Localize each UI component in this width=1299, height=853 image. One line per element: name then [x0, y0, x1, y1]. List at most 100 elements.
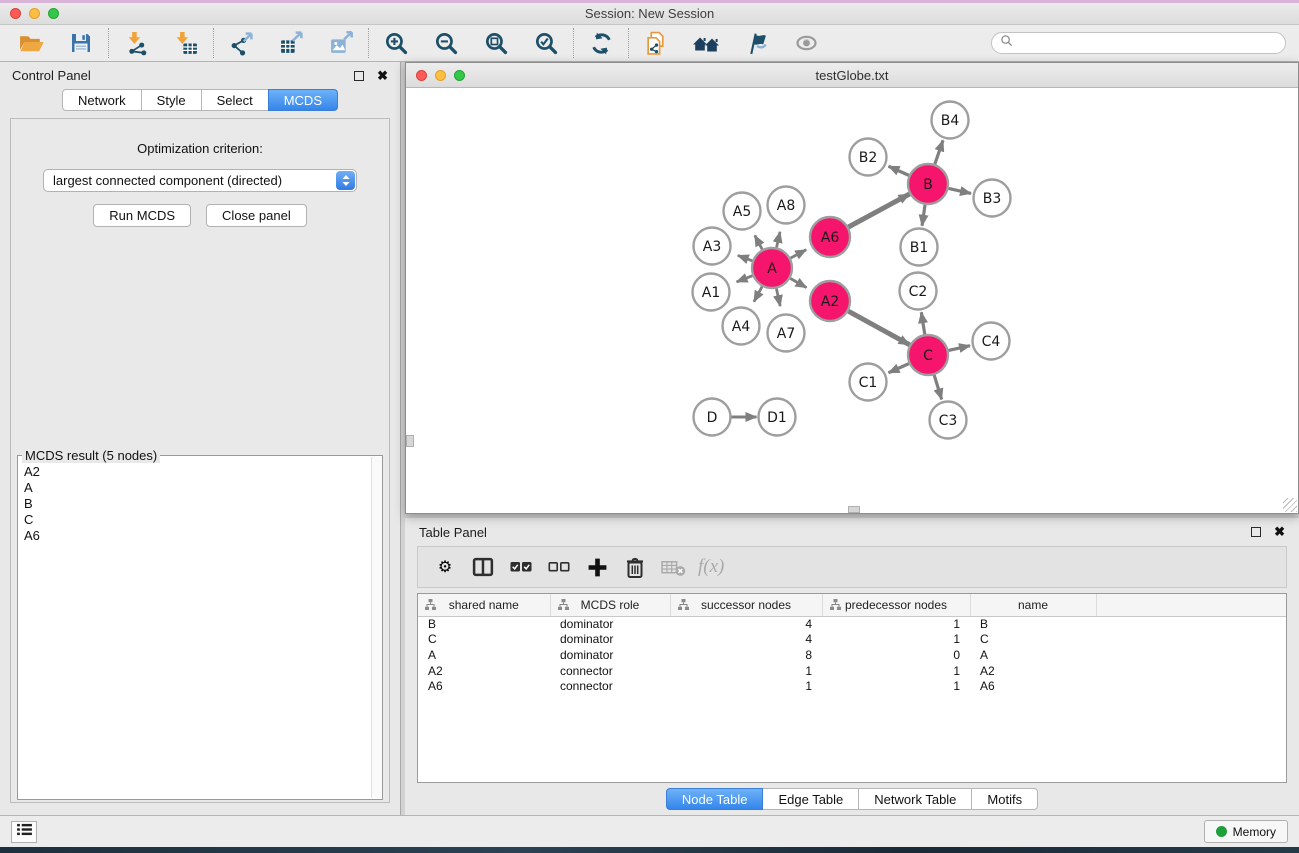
table-cell[interactable]: connector	[550, 663, 670, 679]
show-column-panel-icon[interactable]	[470, 552, 496, 582]
save-session-icon[interactable]	[67, 29, 95, 57]
graph-node-B4[interactable]: B4	[932, 102, 969, 139]
graph-node-B3[interactable]: B3	[974, 180, 1011, 217]
graph-node-C[interactable]: C	[908, 335, 948, 375]
graph-edge-A-A6[interactable]	[791, 250, 807, 258]
table-cell[interactable]: 1	[822, 632, 970, 648]
graphics-details-icon[interactable]	[742, 29, 770, 57]
network-window-titlebar[interactable]: testGlobe.txt	[406, 63, 1298, 88]
copy-session-icon[interactable]	[642, 29, 670, 57]
close-panel-button[interactable]: Close panel	[206, 204, 307, 227]
network-graph[interactable]: B4B2BB3A8A5A6A3B1AC2A1A2A4A7C4CC1C3DD1	[406, 88, 1298, 513]
export-network-icon[interactable]	[227, 29, 255, 57]
graph-node-D1[interactable]: D1	[759, 399, 796, 436]
table-row[interactable]: A2connector11A2	[418, 663, 1286, 679]
graph-edge-A2-C[interactable]	[848, 311, 909, 345]
memory-button[interactable]: Memory	[1204, 820, 1288, 843]
import-table-icon[interactable]	[172, 29, 200, 57]
table-cell[interactable]: B	[970, 616, 1096, 632]
table-cell[interactable]: C	[970, 632, 1096, 648]
graph-edge-A-A7[interactable]	[776, 289, 780, 307]
home-icon[interactable]	[692, 29, 720, 57]
canvas-left-handle[interactable]	[406, 435, 414, 447]
mcds-result-item[interactable]: C	[24, 512, 380, 528]
graph-edge-A-A2[interactable]	[790, 278, 806, 287]
table-cell[interactable]: 1	[670, 663, 822, 679]
optimization-criterion-dropdown[interactable]: largest connected component (directed)	[43, 169, 357, 192]
add-column-icon[interactable]	[584, 552, 610, 582]
canvas-bottom-handle[interactable]	[848, 506, 860, 513]
export-image-icon[interactable]	[327, 29, 355, 57]
graph-edge-A6-B[interactable]	[848, 194, 909, 227]
zoom-out-icon[interactable]	[432, 29, 460, 57]
graph-node-C1[interactable]: C1	[850, 364, 887, 401]
eye-icon[interactable]	[792, 29, 820, 57]
graph-edge-C-C3[interactable]	[934, 375, 942, 399]
table-cell[interactable]: 4	[670, 632, 822, 648]
table-row[interactable]: Adominator80A	[418, 647, 1286, 663]
import-network-icon[interactable]	[122, 29, 150, 57]
table-cell[interactable]: dominator	[550, 632, 670, 648]
settings-gear-icon[interactable]: ⚙	[432, 552, 458, 582]
float-panel-icon[interactable]	[354, 71, 364, 81]
delete-column-icon[interactable]	[622, 552, 648, 582]
table-row[interactable]: A6connector11A6	[418, 678, 1286, 694]
mcds-result-item[interactable]: A2	[24, 464, 380, 480]
table-cell[interactable]: A2	[418, 663, 550, 679]
graph-node-A1[interactable]: A1	[693, 274, 730, 311]
column-header-shared-name[interactable]: shared name	[418, 594, 550, 616]
tab-network[interactable]: Network	[62, 89, 142, 111]
node-table[interactable]: shared nameMCDS rolesuccessor nodesprede…	[418, 594, 1286, 694]
graph-node-B2[interactable]: B2	[850, 139, 887, 176]
column-header-successor-nodes[interactable]: successor nodes	[670, 594, 822, 616]
deselect-all-columns-icon[interactable]	[546, 552, 572, 582]
graph-edge-A-A3[interactable]	[738, 255, 752, 260]
graph-edge-C-C4[interactable]	[948, 346, 970, 351]
graph-node-D[interactable]: D	[694, 399, 731, 436]
column-header-name[interactable]: name	[970, 594, 1096, 616]
table-cell[interactable]: 4	[670, 616, 822, 632]
task-history-button[interactable]	[11, 821, 37, 843]
graph-node-B1[interactable]: B1	[901, 229, 938, 266]
graph-node-A2[interactable]: A2	[810, 281, 850, 321]
close-table-panel-icon[interactable]: ✖	[1274, 527, 1285, 537]
tab-mcds[interactable]: MCDS	[268, 89, 338, 111]
mcds-result-item[interactable]: B	[24, 496, 380, 512]
table-cell[interactable]: 1	[670, 678, 822, 694]
graph-node-A[interactable]: A	[752, 248, 792, 288]
zoom-selected-icon[interactable]	[532, 29, 560, 57]
graph-edge-A-A1[interactable]	[737, 276, 753, 282]
graph-edge-A-A4[interactable]	[754, 287, 762, 302]
table-cell[interactable]: A	[418, 647, 550, 663]
graph-node-A6[interactable]: A6	[810, 217, 850, 257]
mcds-result-list[interactable]: A2ABCA6	[18, 456, 382, 544]
graph-node-C4[interactable]: C4	[973, 323, 1010, 360]
network-canvas[interactable]: B4B2BB3A8A5A6A3B1AC2A1A2A4A7C4CC1C3DD1	[406, 88, 1298, 513]
graph-edge-B-B1[interactable]	[922, 205, 925, 226]
graph-node-C2[interactable]: C2	[900, 273, 937, 310]
table-cell[interactable]: dominator	[550, 647, 670, 663]
select-all-columns-icon[interactable]	[508, 552, 534, 582]
close-panel-icon[interactable]: ✖	[377, 71, 388, 81]
table-tab-motifs[interactable]: Motifs	[971, 788, 1038, 810]
graph-node-A4[interactable]: A4	[723, 308, 760, 345]
table-tab-edge-table[interactable]: Edge Table	[762, 788, 859, 810]
graph-edge-A-A5[interactable]	[755, 235, 762, 249]
float-table-panel-icon[interactable]	[1251, 527, 1261, 537]
zoom-in-icon[interactable]	[382, 29, 410, 57]
export-table-icon[interactable]	[277, 29, 305, 57]
graph-node-A5[interactable]: A5	[724, 193, 761, 230]
graph-node-B[interactable]: B	[908, 164, 948, 204]
refresh-icon[interactable]	[587, 29, 615, 57]
graph-edge-B-B2[interactable]	[889, 166, 909, 175]
window-resize-grip[interactable]	[1283, 498, 1297, 512]
table-cell[interactable]: 0	[822, 647, 970, 663]
run-mcds-button[interactable]: Run MCDS	[93, 204, 191, 227]
table-tab-network-table[interactable]: Network Table	[858, 788, 972, 810]
graph-edge-A-A8[interactable]	[777, 232, 780, 248]
table-cell[interactable]: 8	[670, 647, 822, 663]
mcds-result-item[interactable]: A6	[24, 528, 380, 544]
column-header-predecessor-nodes[interactable]: predecessor nodes	[822, 594, 970, 616]
table-cell[interactable]: B	[418, 616, 550, 632]
graph-node-A8[interactable]: A8	[768, 187, 805, 224]
